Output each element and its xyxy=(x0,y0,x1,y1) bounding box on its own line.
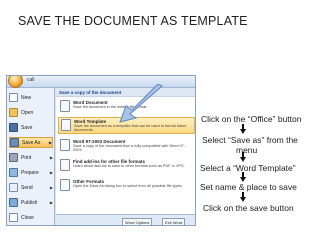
down-arrow-icon xyxy=(240,124,246,134)
option-description: Open the Save As dialog box to select fr… xyxy=(73,184,183,188)
menu-item-send[interactable]: Send ▶ xyxy=(9,182,53,193)
menu-item-label: Close xyxy=(21,214,34,221)
disk-icon xyxy=(9,123,18,132)
add-ins-icon xyxy=(60,159,70,171)
office-menu-commands: New Open Save Save As ▶ Print ▶ Prepare … xyxy=(7,88,55,225)
step-4-text: Set name & place to save xyxy=(200,182,297,192)
printer-icon xyxy=(9,153,18,162)
menu-item-save[interactable]: Save xyxy=(9,122,53,133)
folder-icon xyxy=(9,108,18,117)
menu-item-close[interactable]: Close xyxy=(9,212,53,223)
word-options-button[interactable]: Word Options xyxy=(122,218,153,225)
down-arrow-icon xyxy=(240,152,246,162)
option-description: Save the document as a template that can… xyxy=(74,124,187,133)
save-as-icon xyxy=(10,138,19,147)
option-other-formats[interactable]: Other Formats Open the Save As dialog bo… xyxy=(58,178,195,195)
word-document-icon xyxy=(60,100,70,112)
new-document-icon xyxy=(9,93,18,102)
menu-item-open[interactable]: Open xyxy=(9,107,53,118)
option-word-97-2003[interactable]: Word 97-2003 Document Save a copy of the… xyxy=(58,138,195,155)
menu-title-bar: call xyxy=(7,76,195,88)
submenu-arrow-icon: ▶ xyxy=(49,155,53,160)
down-arrow-icon xyxy=(240,192,246,202)
option-description: Save a copy of the document that is full… xyxy=(73,144,185,153)
menu-item-label: Open xyxy=(21,109,34,116)
publish-icon xyxy=(9,198,18,207)
menu-item-new[interactable]: New xyxy=(9,92,53,103)
menu-item-label: Send xyxy=(21,184,33,191)
step-1-text: Click on the “Office” button xyxy=(201,114,302,124)
menu-item-label: New xyxy=(21,94,32,101)
submenu-arrow-icon: ▶ xyxy=(49,200,53,205)
submenu-arrow-icon: ▶ xyxy=(49,185,53,190)
prepare-icon xyxy=(9,168,18,177)
menu-item-save-as[interactable]: Save As ▶ xyxy=(9,137,53,148)
down-arrow-icon xyxy=(240,172,246,182)
menu-item-label: Save As xyxy=(22,139,41,146)
menu-item-print[interactable]: Print ▶ xyxy=(9,152,53,163)
menu-item-publish[interactable]: Publish ▶ xyxy=(9,197,53,208)
step-2-text: Select “Save as” from the xyxy=(202,135,298,145)
submenu-arrow-icon: ▶ xyxy=(49,170,53,175)
exit-word-button[interactable]: Exit Word xyxy=(162,218,186,225)
highlight-arrow-icon xyxy=(119,84,163,123)
option-find-add-ins[interactable]: Find add-ins for other file formats Lear… xyxy=(58,158,195,175)
menu-item-label: Print xyxy=(21,154,32,161)
word-template-icon xyxy=(61,119,71,131)
step-3-text: Select a “Word Template” xyxy=(200,163,296,173)
menu-item-label: Save xyxy=(21,124,33,131)
menu-item-label: Publish xyxy=(21,199,38,206)
menu-item-prepare[interactable]: Prepare ▶ xyxy=(9,167,53,178)
menu-item-label: Prepare xyxy=(21,169,39,176)
option-description: Learn about add-ins to save to other for… xyxy=(73,164,185,168)
office-menu-screenshot: call New Open Save Save As ▶ Print ▶ Pre… xyxy=(6,75,196,226)
orb-caption: call xyxy=(27,77,35,83)
close-document-icon xyxy=(9,213,18,222)
word-97-2003-icon xyxy=(60,139,70,151)
envelope-icon xyxy=(9,183,18,192)
submenu-arrow-icon: ▶ xyxy=(48,140,52,145)
step-5-text: Click on the save button xyxy=(203,203,294,213)
other-formats-icon xyxy=(60,179,70,191)
office-button-icon[interactable] xyxy=(8,76,23,88)
slide-title: SAVE THE DOCUMENT AS TEMPLATE xyxy=(18,14,248,28)
menu-bottom-strip: Word Options Exit Word xyxy=(56,214,195,225)
